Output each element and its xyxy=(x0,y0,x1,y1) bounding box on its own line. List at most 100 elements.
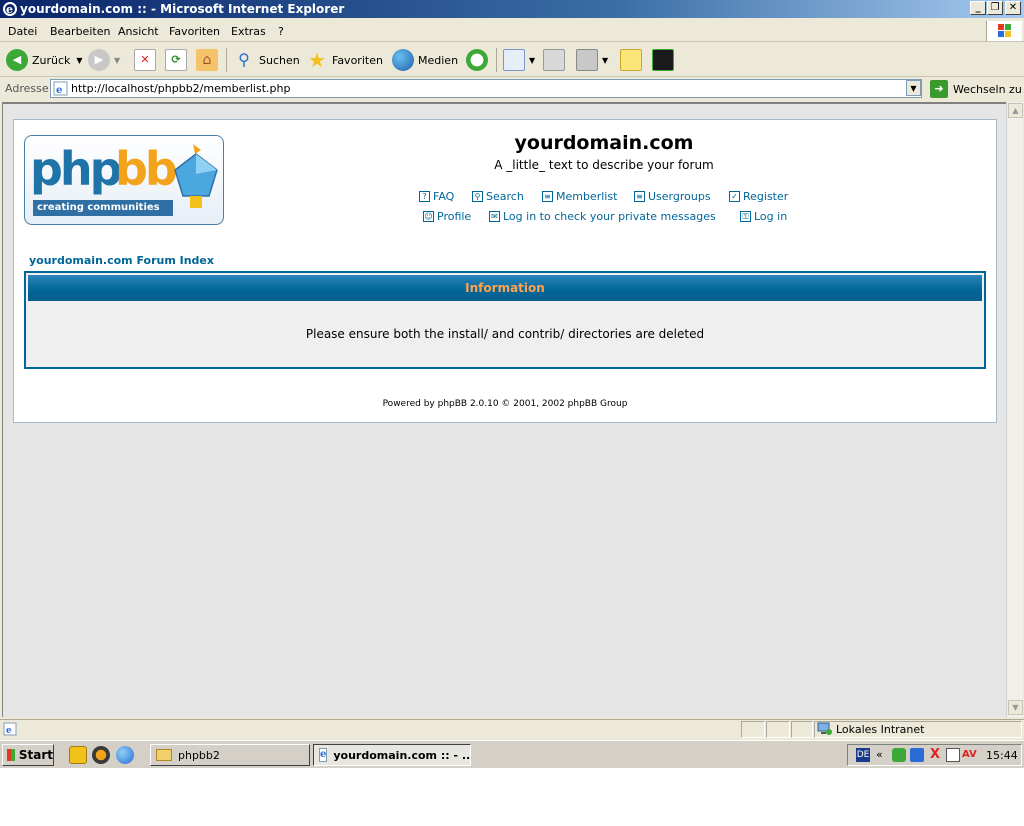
calendar-icon[interactable] xyxy=(946,748,960,762)
nav-faq[interactable]: ? FAQ xyxy=(419,190,454,203)
menu-favoriten[interactable]: Favoriten xyxy=(169,25,220,38)
magnifier-icon: ⚲ xyxy=(472,191,483,202)
envelope-icon: ✉ xyxy=(489,211,500,222)
address-input[interactable]: e http://localhost/phpbb2/memberlist.php xyxy=(50,79,922,98)
search-button[interactable]: ⚲ Suchen xyxy=(233,48,300,72)
task-phpbb2[interactable]: phpbb2 xyxy=(150,744,310,766)
print-button[interactable] xyxy=(543,48,569,72)
nav-private-messages-label: Log in to check your private messages xyxy=(503,210,716,223)
printer-icon xyxy=(543,49,565,71)
menu-datei[interactable]: Datei xyxy=(8,25,37,38)
network-icon[interactable] xyxy=(910,748,924,762)
traffic-light-icon[interactable] xyxy=(892,748,906,762)
nav-register-label: Register xyxy=(743,190,789,203)
nav-search[interactable]: ⚲ Search xyxy=(472,190,524,203)
mail-button[interactable]: ▼ xyxy=(503,48,535,72)
scroll-up-button[interactable]: ▲ xyxy=(1008,103,1023,118)
address-dropdown-button[interactable]: ▼ xyxy=(906,80,921,96)
language-indicator[interactable]: DE xyxy=(856,748,870,762)
forum-index-link[interactable]: yourdomain.com Forum Index xyxy=(29,254,214,267)
logo-php-text: php xyxy=(30,142,123,196)
svg-text:e: e xyxy=(6,3,13,16)
forum-body: php bb creating communities yourdomain.c… xyxy=(13,119,997,423)
information-header: Information xyxy=(28,275,982,301)
minimize-button[interactable]: _ xyxy=(970,1,986,15)
chevron-down-icon: ▼ xyxy=(529,55,536,65)
close-window-button[interactable]: ✕ xyxy=(1005,1,1021,15)
go-button[interactable]: ➜ Wechseln zu xyxy=(930,79,1022,99)
media-button[interactable]: Medien xyxy=(392,48,458,72)
refresh-button[interactable]: ⟳ xyxy=(165,48,191,72)
edit-button[interactable]: ▼ xyxy=(576,48,608,72)
forward-button[interactable]: ▶ ▼ xyxy=(88,48,120,72)
menu-extras[interactable]: Extras xyxy=(231,25,266,38)
favorites-button[interactable]: ★ Favoriten xyxy=(306,48,383,72)
question-icon: ? xyxy=(419,191,430,202)
user-icon: ☺ xyxy=(423,211,434,222)
gem-icon xyxy=(174,144,218,208)
star-icon: ★ xyxy=(308,48,326,72)
menu-help[interactable]: ? xyxy=(278,25,284,38)
back-button[interactable]: ◀ Zurück ▼ xyxy=(6,48,83,72)
nav-register[interactable]: ✓ Register xyxy=(729,190,788,203)
media-player-icon[interactable] xyxy=(92,746,110,764)
address-label: Adresse xyxy=(5,82,49,95)
key-icon: ⚿ xyxy=(740,211,751,222)
quicklaunch-ie-icon[interactable] xyxy=(116,746,134,764)
nav-private-messages[interactable]: ✉ Log in to check your private messages xyxy=(489,210,716,223)
start-button[interactable]: Start xyxy=(2,744,54,766)
toolbar-separator xyxy=(226,48,227,72)
address-url: http://localhost/phpbb2/memberlist.php xyxy=(71,82,291,95)
checkmark-icon: ✓ xyxy=(729,191,740,202)
nav-login[interactable]: ⚿ Log in xyxy=(740,210,787,223)
home-button[interactable]: ⌂ xyxy=(196,48,222,72)
nav-profile[interactable]: ☺ Profile xyxy=(423,210,471,223)
intranet-icon xyxy=(817,722,832,735)
icq-pro-button[interactable] xyxy=(652,48,678,72)
edit-icon xyxy=(576,49,598,71)
go-arrow-icon: ➜ xyxy=(930,80,948,98)
nav-search-label: Search xyxy=(486,190,524,203)
stop-button[interactable]: ✕ xyxy=(134,48,160,72)
task-ie-label: yourdomain.com :: - ... xyxy=(333,748,471,762)
nav-usergroups[interactable]: ≡ Usergroups xyxy=(634,190,711,203)
group-icon: ≡ xyxy=(634,191,645,202)
folder-icon xyxy=(156,749,172,761)
antivirus-icon[interactable]: AV xyxy=(962,748,977,762)
task-ie-window[interactable]: e yourdomain.com :: - ... xyxy=(313,744,471,766)
go-label: Wechseln zu xyxy=(953,82,1022,96)
start-label: Start xyxy=(18,748,53,762)
status-cell xyxy=(791,721,813,738)
tray-expand-icon[interactable]: « xyxy=(876,748,890,762)
favorites-label: Favoriten xyxy=(332,53,383,67)
security-zone: Lokales Intranet xyxy=(836,723,925,736)
maximize-button[interactable]: ❐ xyxy=(987,1,1003,15)
site-title: yourdomain.com xyxy=(514,132,694,154)
history-icon xyxy=(466,49,488,71)
vertical-scrollbar[interactable]: ▲ ▼ xyxy=(1006,102,1023,717)
notes-button[interactable] xyxy=(620,48,646,72)
nav-usergroups-label: Usergroups xyxy=(648,190,711,203)
scroll-down-button[interactable]: ▼ xyxy=(1008,700,1023,715)
toolbar-separator xyxy=(496,48,497,72)
ie-icon: e xyxy=(3,2,17,16)
nav-memberlist[interactable]: ≡ Memberlist xyxy=(542,190,617,203)
svg-text:e: e xyxy=(6,726,12,736)
site-description: A _little_ text to describe your forum xyxy=(494,158,714,172)
phpbb-logo[interactable]: php bb creating communities xyxy=(24,135,224,225)
page-status-icon: e xyxy=(3,722,17,736)
windows-logo-icon xyxy=(986,21,1022,41)
history-button[interactable] xyxy=(466,48,492,72)
quicklaunch-edit-icon[interactable] xyxy=(69,746,87,764)
x-icon[interactable]: X xyxy=(928,748,942,762)
svg-text:e: e xyxy=(56,85,62,96)
stop-icon: ✕ xyxy=(134,49,156,71)
title-bar[interactable]: e yourdomain.com :: - Microsoft Internet… xyxy=(0,0,1024,18)
page-viewport: php bb creating communities yourdomain.c… xyxy=(2,102,1006,717)
menu-bearbeiten[interactable]: Bearbeiten xyxy=(50,25,110,38)
nav-login-label: Log in xyxy=(754,210,788,223)
menu-ansicht[interactable]: Ansicht xyxy=(118,25,159,38)
window-title: yourdomain.com :: - Microsoft Internet E… xyxy=(20,2,345,16)
logo-bb-text: bb xyxy=(115,142,178,196)
status-bar: e Lokales Intranet xyxy=(0,719,1024,738)
